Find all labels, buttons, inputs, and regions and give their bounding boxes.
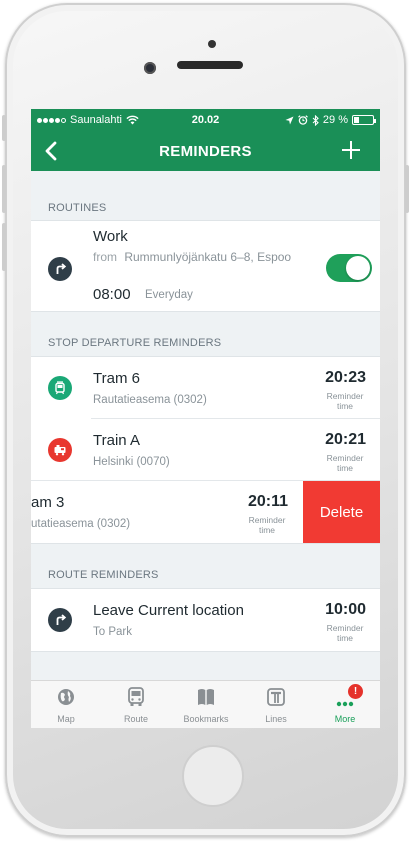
routine-time: 08:00 bbox=[93, 286, 131, 303]
home-button[interactable] bbox=[182, 745, 244, 807]
reminder-stop: utatieasema (0302) bbox=[31, 518, 131, 530]
volume-up-button bbox=[2, 165, 6, 213]
reminder-time-label: Reminder time bbox=[248, 515, 286, 535]
tab-bookmarks[interactable]: Bookmarks bbox=[171, 681, 241, 728]
routine-from-address: Rummunlyöjänkatu 6–8, Espoo bbox=[124, 250, 292, 264]
battery-level-fill bbox=[354, 117, 359, 123]
toggle-knob bbox=[346, 256, 370, 280]
tab-more[interactable]: ! More bbox=[310, 681, 380, 728]
reminder-time: 10:00 bbox=[325, 601, 366, 618]
tab-label: Bookmarks bbox=[183, 714, 229, 724]
reminder-title: am 3 bbox=[31, 494, 65, 511]
reminder-title: Tram 6 bbox=[93, 370, 140, 387]
power-button bbox=[405, 165, 409, 213]
reminder-stop: Rautatieasema (0302) bbox=[93, 394, 207, 406]
globe-icon bbox=[58, 689, 74, 705]
reminder-time: 20:23 bbox=[325, 369, 366, 386]
tab-map[interactable]: Map bbox=[31, 681, 101, 728]
notification-badge: ! bbox=[348, 684, 363, 699]
tab-lines[interactable]: Lines bbox=[241, 681, 311, 728]
reminder-time-label: Reminder time bbox=[326, 623, 364, 643]
reminder-title: Leave Current location bbox=[93, 602, 244, 619]
front-camera bbox=[144, 62, 156, 74]
section-header-routines: ROUTINES bbox=[48, 202, 107, 214]
tab-bar: Map Route Bookmarks Lines ! More bbox=[31, 680, 380, 728]
routine-toggle[interactable] bbox=[326, 254, 372, 282]
train-icon bbox=[48, 438, 72, 462]
earpiece-speaker bbox=[177, 61, 243, 69]
alarm-icon bbox=[298, 115, 308, 125]
tram-icon bbox=[48, 376, 72, 400]
list-item-swiped[interactable]: am 3 utatieasema (0302) 20:11 Reminder t… bbox=[31, 481, 380, 543]
routine-title: Work bbox=[93, 228, 128, 245]
plus-icon[interactable] bbox=[340, 139, 362, 161]
book-icon bbox=[198, 689, 214, 705]
routine-from: from Rummunlyöjänkatu 6–8, Espoo bbox=[93, 250, 291, 264]
list-item[interactable]: Train A Helsinki (0070) 20:21 Reminder t… bbox=[31, 419, 380, 481]
route-reminder-card: Leave Current location To Park 10:00 Rem… bbox=[31, 588, 380, 652]
reminders-list[interactable]: ROUTINES Work from Rummunlyöjänkatu 6–8,… bbox=[31, 171, 380, 680]
tab-label: Lines bbox=[265, 714, 287, 724]
reminder-time-label: Reminder time bbox=[326, 391, 364, 411]
list-item[interactable]: Tram 6 Rautatieasema (0302) 20:23 Remind… bbox=[31, 357, 380, 419]
reminder-time-label: Reminder time bbox=[326, 453, 364, 473]
lines-icon bbox=[267, 688, 285, 706]
bluetooth-icon bbox=[312, 114, 319, 126]
reminder-destination: To Park bbox=[93, 626, 132, 638]
routine-repeat: Everyday bbox=[145, 289, 193, 301]
reminder-time: 20:11 bbox=[247, 493, 288, 510]
section-header-route-reminders: ROUTE REMINDERS bbox=[48, 569, 159, 581]
nav-bar: REMINDERS bbox=[31, 132, 380, 171]
tab-label: More bbox=[334, 714, 356, 724]
reminder-stop: Helsinki (0070) bbox=[93, 456, 170, 468]
route-turn-icon bbox=[48, 608, 72, 632]
mute-switch bbox=[2, 115, 6, 141]
routine-card[interactable]: Work from Rummunlyöjänkatu 6–8, Espoo 08… bbox=[31, 220, 380, 312]
tab-label: Route bbox=[123, 714, 149, 724]
route-turn-icon bbox=[48, 257, 72, 281]
tab-route[interactable]: Route bbox=[101, 681, 171, 728]
delete-button[interactable]: Delete bbox=[303, 481, 380, 543]
section-header-stop-departure: STOP DEPARTURE REMINDERS bbox=[48, 337, 222, 349]
page-title: REMINDERS bbox=[159, 143, 252, 160]
stop-departure-card: Tram 6 Rautatieasema (0302) 20:23 Remind… bbox=[31, 356, 380, 544]
proximity-sensor bbox=[208, 40, 216, 48]
bus-icon bbox=[128, 687, 144, 706]
location-arrow-icon bbox=[285, 116, 294, 124]
tab-label: Map bbox=[57, 714, 75, 724]
volume-down-button bbox=[2, 223, 6, 271]
reminder-title: Train A bbox=[93, 432, 140, 449]
reminder-time: 20:21 bbox=[325, 431, 366, 448]
battery-percent: 29 % bbox=[322, 114, 348, 126]
routine-from-label: from bbox=[93, 250, 117, 264]
status-bar: Saunalahti 20.02 29 % bbox=[31, 109, 380, 132]
screen: Saunalahti 20.02 29 % REMINDERS ROUTINES bbox=[31, 109, 380, 728]
battery-icon bbox=[352, 115, 376, 125]
list-item[interactable]: Leave Current location To Park 10:00 Rem… bbox=[31, 589, 380, 651]
